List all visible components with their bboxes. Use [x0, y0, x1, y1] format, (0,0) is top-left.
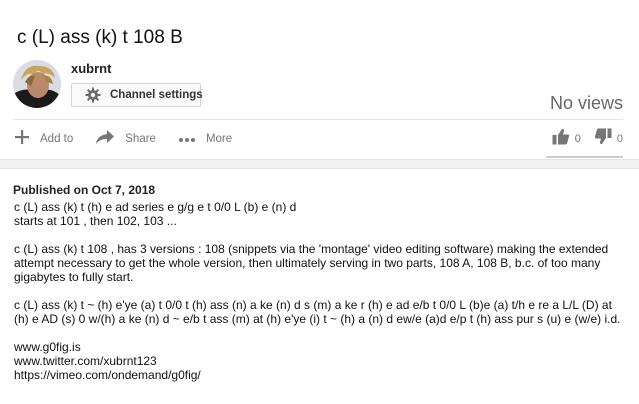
- channel-avatar[interactable]: [13, 60, 61, 108]
- more-button[interactable]: More: [178, 130, 232, 148]
- publish-date: Published on Oct 7, 2018: [13, 183, 156, 197]
- avatar-image: [13, 60, 61, 108]
- dislike-count: 0: [616, 133, 623, 145]
- video-description: Published on Oct 7, 2018 c (L) ass (k) t…: [0, 168, 639, 404]
- view-count: No views: [549, 93, 623, 113]
- video-title: c (L) ass (k) t 108 B: [17, 27, 183, 48]
- video-primary-info: c (L) ass (k) t 108 B xubrnt Channel set…: [0, 0, 639, 160]
- channel-name[interactable]: xubrnt: [71, 61, 111, 76]
- share-arrow-icon: [95, 129, 115, 150]
- sentiment-bar: [546, 156, 623, 158]
- description-text: c (L) ass (k) t (h) e ad series e g/g e …: [14, 200, 626, 382]
- description-link-twitter[interactable]: www.twitter.com/xubrnt123: [14, 354, 626, 368]
- dislike-button[interactable]: 0: [594, 128, 623, 150]
- add-to-label: Add to: [40, 133, 74, 145]
- thumbs-up-icon: [552, 128, 570, 150]
- rating-bar: 0 0: [539, 128, 623, 150]
- description-paragraph: c (L) ass (k) t ~ (h) e'ye (a) t 0/0 t (…: [14, 298, 621, 326]
- description-link-website[interactable]: www.g0fig.is: [14, 340, 626, 354]
- share-button[interactable]: Share: [95, 129, 156, 150]
- like-count: 0: [574, 133, 581, 145]
- more-dots-icon: [178, 130, 196, 148]
- divider: [13, 119, 623, 120]
- thumbs-down-icon: [594, 128, 612, 150]
- channel-settings-button[interactable]: Channel settings: [71, 83, 203, 107]
- plus-icon: [14, 129, 30, 150]
- gear-icon: [85, 87, 101, 103]
- description-link-vimeo[interactable]: https://vimeo.com/ondemand/g0fig/: [14, 368, 626, 382]
- like-button[interactable]: 0: [552, 128, 581, 150]
- action-bar: Add to Share More: [14, 128, 254, 150]
- description-paragraph: c (L) ass (k) t (h) e ad series e g/g e …: [14, 200, 297, 228]
- description-paragraph: c (L) ass (k) t 108 , has 3 versions : 1…: [14, 242, 609, 284]
- video-page: c (L) ass (k) t 108 B xubrnt Channel set…: [0, 0, 639, 404]
- channel-settings-label: Channel settings: [110, 89, 203, 101]
- add-to-button[interactable]: Add to: [14, 129, 73, 150]
- share-label: Share: [125, 133, 156, 145]
- more-label: More: [205, 133, 233, 145]
